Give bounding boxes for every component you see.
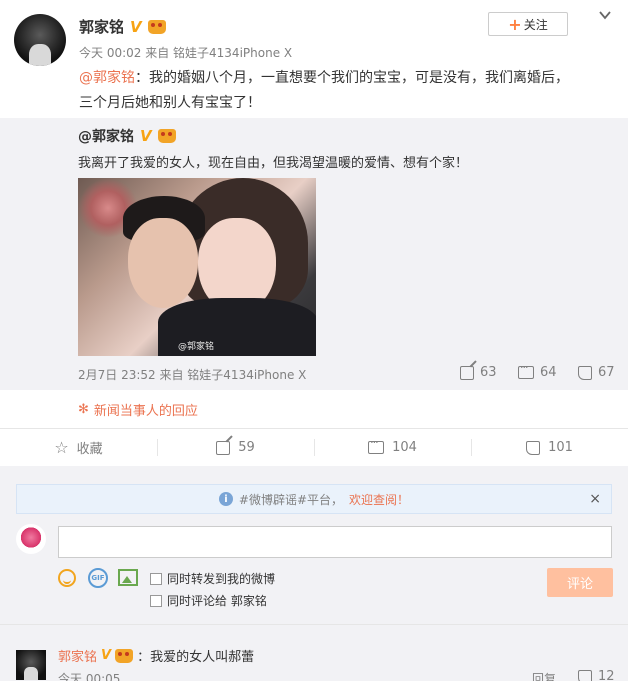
comment-text: ：我爱的女人叫郝蕾 (137, 650, 255, 665)
repost-likes: 67 (598, 365, 615, 380)
post-text-line2: 三个月后她和别人有宝宝了！ (79, 95, 261, 111)
author-name-row: 郭家铭 V (79, 16, 166, 37)
comment-input[interactable] (58, 526, 612, 558)
repost-shares: 63 (480, 365, 497, 380)
action-bar: ☆ 收藏 59 104 101 (0, 428, 628, 466)
comment-area: i #微博辟谣#平台， 欢迎查阅！ × GIF 同时转发到我的微博 同时评论给 郭… (0, 466, 628, 681)
vip-crown-icon (115, 648, 134, 663)
comment-likes: 12 (598, 669, 615, 681)
follow-label: 关注 (523, 17, 548, 32)
repost-photo[interactable]: @郭家铭 (78, 178, 316, 356)
image-icon (118, 569, 138, 586)
like-count: 101 (548, 440, 573, 455)
topic-row[interactable]: ✻ 新闻当事人的回应 (78, 400, 198, 419)
comment-like[interactable]: 12 (578, 669, 615, 681)
info-icon: i (218, 492, 233, 506)
comment-row: 郭家铭 V ：我爱的女人叫郝蕾 (58, 646, 254, 665)
favorite-button[interactable]: ☆ 收藏 (0, 429, 157, 466)
post-meta: 今天 00:02 来自 铭娃子4134iPhone X (79, 46, 293, 60)
commenter-avatar[interactable] (16, 650, 46, 680)
photo-watermark: @郭家铭 (178, 342, 215, 352)
sync-comment-option[interactable]: 同时评论给 郭家铭 (150, 592, 267, 609)
photo-man-face (128, 218, 198, 308)
comment-meta: 今天 00:05 (58, 672, 121, 681)
topic-link[interactable]: 新闻当事人的回应 (94, 400, 198, 419)
repost-meta: 2月7日 23:52 来自 铭娃子4134iPhone X (78, 368, 307, 382)
comment-button[interactable]: 104 (314, 429, 471, 466)
favorite-label: 收藏 (76, 442, 103, 457)
gif-button[interactable]: GIF (88, 568, 108, 588)
repost-author-row: @郭家铭 V (78, 126, 176, 146)
notice-link[interactable]: 欢迎查阅！ (349, 491, 409, 508)
author-name[interactable]: 郭家铭 (79, 16, 124, 37)
sync-comment-checkbox[interactable] (150, 594, 162, 607)
like-icon (578, 669, 592, 681)
repost-share-count[interactable]: 63 (460, 365, 497, 380)
verified-icon: V (101, 648, 112, 663)
reply-link[interactable]: 回复 (532, 670, 556, 681)
repost-like-count[interactable]: 67 (578, 365, 615, 380)
star-icon: ☆ (54, 438, 69, 457)
close-icon[interactable]: × (589, 491, 601, 507)
repost-comment-count[interactable]: 64 (518, 361, 557, 380)
rumor-notice: i #微博辟谣#平台， 欢迎查阅！ × (16, 484, 612, 514)
my-avatar (16, 524, 46, 554)
emoji-icon (58, 569, 76, 587)
post-text: @郭家铭：我的婚姻八个月，一直想要个我们的宝宝，可是没有，我们离婚后， 三个月后… (79, 66, 619, 116)
commenter-name[interactable]: 郭家铭 (58, 646, 97, 665)
share-icon (216, 440, 231, 455)
divider (0, 624, 628, 625)
topic-icon: ✻ (78, 402, 89, 417)
chevron-down-icon[interactable] (598, 8, 612, 22)
repost-text: 我离开了我爱的女人，现在自由，但我渴望温暖的爱情、想有个家！ (78, 156, 469, 171)
vip-crown-icon (147, 19, 166, 34)
verified-icon: V (140, 127, 152, 145)
like-button[interactable]: 101 (471, 429, 628, 466)
vip-crown-icon (157, 129, 176, 143)
sync-comment-label: 同时评论给 郭家铭 (167, 594, 267, 608)
plus-icon: + (508, 14, 522, 34)
mention-link[interactable]: @郭家铭 (79, 70, 135, 86)
submit-comment-button[interactable]: 评论 (547, 568, 613, 597)
follow-button[interactable]: + 关注 (488, 12, 568, 36)
share-icon (460, 365, 474, 380)
share-count: 59 (238, 440, 255, 455)
reposted-weibo: @郭家铭 V 我离开了我爱的女人，现在自由，但我渴望温暖的爱情、想有个家！ @郭… (0, 118, 628, 390)
sync-repost-label: 同时转发到我的微博 (167, 572, 276, 586)
sync-repost-checkbox[interactable] (150, 572, 162, 585)
like-icon (526, 440, 541, 455)
notice-text: #微博辟谣#平台， (238, 492, 344, 507)
repost-comments: 64 (540, 365, 557, 380)
like-icon (578, 365, 592, 380)
verified-icon: V (130, 17, 142, 36)
repost-author[interactable]: @郭家铭 (78, 126, 134, 146)
image-button[interactable] (118, 569, 138, 590)
emoji-button[interactable] (58, 569, 76, 591)
author-avatar[interactable] (14, 14, 66, 66)
share-button[interactable]: 59 (157, 429, 314, 466)
sync-repost-option[interactable]: 同时转发到我的微博 (150, 570, 275, 587)
gif-icon: GIF (88, 568, 108, 588)
comment-icon (368, 436, 385, 454)
post-text-line1: ：我的婚姻八个月，一直想要个我们的宝宝，可是没有，我们离婚后， (135, 70, 569, 86)
comment-count: 104 (392, 440, 417, 455)
comment-icon (518, 361, 534, 379)
